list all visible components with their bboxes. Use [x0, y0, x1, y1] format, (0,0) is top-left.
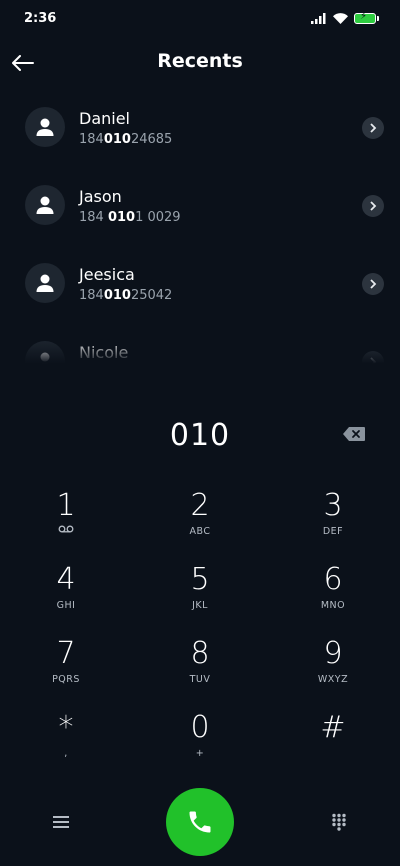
call-button[interactable]: [166, 788, 234, 856]
chevron-right-icon: [370, 201, 377, 211]
status-icons: ⚡: [311, 11, 379, 24]
person-icon: [36, 196, 54, 214]
key-star[interactable]: * ,: [21, 710, 111, 776]
signal-icon: [311, 12, 326, 24]
key-8[interactable]: 8 TUV: [155, 636, 245, 702]
key-row: 4 GHI 5 JKL 6 MNO: [0, 562, 400, 636]
menu-icon: [53, 816, 69, 828]
key-digit: *: [58, 710, 74, 745]
person-icon: [36, 352, 54, 368]
chevron-right-icon: [370, 357, 377, 367]
key-7[interactable]: 7 PQRS: [21, 636, 111, 702]
list-item[interactable]: Nicole 18401015678: [0, 326, 400, 368]
dial-display: 010: [0, 414, 400, 460]
chevron-right-icon: [370, 123, 377, 133]
key-2[interactable]: 2 ABC: [155, 488, 245, 554]
contact-number: 18401025042: [79, 288, 173, 303]
contact-name: Daniel: [79, 109, 130, 128]
key-digit: 4: [56, 562, 76, 597]
recents-list[interactable]: Daniel 18401024685 Jason 184 0101 0029 J…: [0, 92, 400, 368]
contact-number: 18401024685: [79, 132, 173, 147]
wifi-icon: [333, 12, 348, 24]
key-digit: 8: [190, 636, 210, 671]
key-digit: 1: [56, 488, 76, 523]
avatar: [25, 185, 65, 225]
contact-name: Nicole: [79, 343, 129, 362]
avatar: [25, 263, 65, 303]
key-letters: WXYZ: [317, 674, 349, 685]
key-letters: TUV: [189, 674, 211, 685]
key-digit: 9: [323, 636, 343, 671]
contact-number: 184 0101 0029: [79, 210, 181, 225]
key-letters: MNO: [320, 600, 346, 611]
contact-name: Jason: [79, 187, 122, 206]
contact-detail-button[interactable]: [362, 273, 384, 295]
status-time: 2:36: [24, 10, 57, 26]
list-item[interactable]: Jason 184 0101 0029: [0, 170, 400, 248]
key-digit: 0: [190, 710, 210, 745]
key-letters: JKL: [192, 600, 208, 611]
backspace-icon: [343, 427, 365, 441]
header: Recents: [0, 40, 400, 84]
key-letters: +: [195, 748, 205, 759]
key-digit: #: [320, 710, 346, 745]
contact-number: 18401015678: [79, 366, 172, 368]
key-4[interactable]: 4 GHI: [21, 562, 111, 628]
key-3[interactable]: 3 DEF: [288, 488, 378, 554]
menu-button[interactable]: [46, 808, 76, 836]
person-icon: [36, 118, 54, 136]
avatar: [25, 107, 65, 147]
contact-detail-button[interactable]: [362, 117, 384, 139]
key-5[interactable]: 5 JKL: [155, 562, 245, 628]
avatar: [25, 341, 65, 368]
key-letters: ,: [64, 748, 68, 759]
backspace-button[interactable]: [342, 426, 370, 446]
contact-detail-button[interactable]: [362, 351, 384, 368]
key-0[interactable]: 0 +: [155, 710, 245, 776]
key-1[interactable]: 1: [21, 488, 111, 554]
status-bar: 2:36 ⚡: [0, 0, 400, 36]
person-icon: [36, 274, 54, 292]
key-hash[interactable]: #: [288, 710, 378, 776]
key-letters: PQRS: [52, 674, 80, 685]
dialed-number[interactable]: 010: [0, 418, 400, 453]
bottom-bar: [0, 784, 400, 860]
key-6[interactable]: 6 MNO: [288, 562, 378, 628]
key-letters: DEF: [322, 526, 344, 537]
phone-icon: [189, 811, 211, 833]
voicemail-icon: [58, 525, 74, 533]
key-row: 1 2 ABC 3 DEF: [0, 488, 400, 562]
key-digit: 3: [323, 488, 343, 523]
key-digit: 5: [190, 562, 210, 597]
key-digit: 2: [190, 488, 210, 523]
contact-name: Jeesica: [79, 265, 135, 284]
page-title: Recents: [157, 50, 243, 72]
key-9[interactable]: 9 WXYZ: [288, 636, 378, 702]
list-item[interactable]: Jeesica 18401025042: [0, 248, 400, 326]
key-row: 7 PQRS 8 TUV 9 WXYZ: [0, 636, 400, 710]
list-item[interactable]: Daniel 18401024685: [0, 92, 400, 170]
chevron-right-icon: [370, 279, 377, 289]
key-letters: ABC: [189, 526, 211, 537]
key-digit: 7: [56, 636, 76, 671]
dialpad-toggle-button[interactable]: [324, 808, 354, 836]
battery-charging-icon: ⚡: [354, 11, 379, 24]
key-digit: 6: [323, 562, 343, 597]
key-letters: GHI: [56, 600, 76, 611]
dialpad: 1 2 ABC 3 DEF 4 GHI 5 JKL 6 MNO 7 PQRS 8…: [0, 488, 400, 784]
dialpad-icon: [332, 813, 346, 831]
contact-detail-button[interactable]: [362, 195, 384, 217]
key-row: * , 0 + #: [0, 710, 400, 784]
